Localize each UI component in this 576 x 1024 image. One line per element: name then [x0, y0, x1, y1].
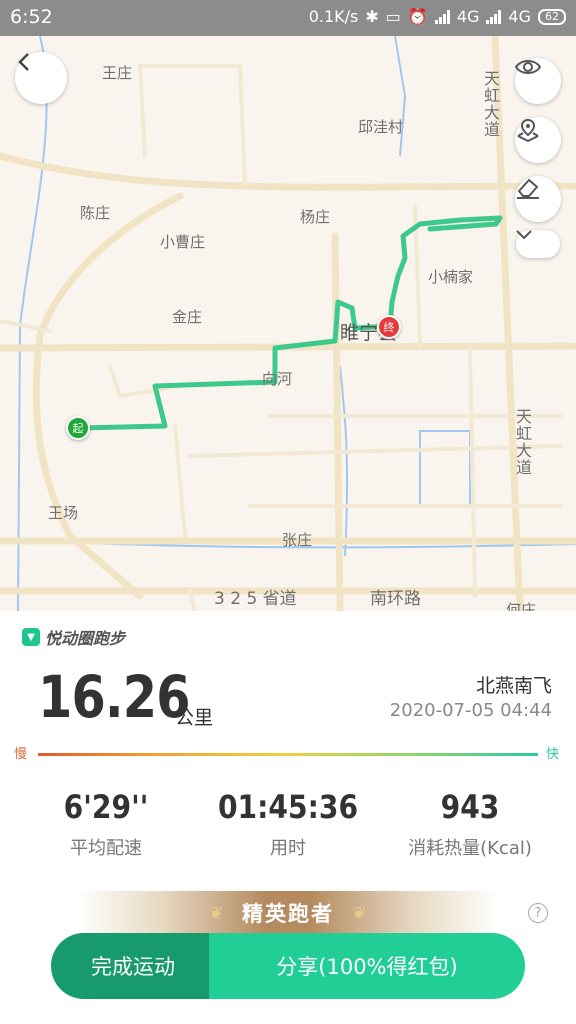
battery-icon: 62: [538, 8, 566, 25]
map-style-button[interactable]: [515, 117, 561, 163]
brand-logo-icon: ▼: [22, 628, 40, 646]
stat-label: 消耗热量(Kcal): [408, 838, 532, 859]
map-label: 杨庄: [300, 208, 331, 226]
stat-pace: 6'29'' 平均配速: [26, 788, 186, 860]
network-type-2: 4G: [508, 7, 531, 26]
wheat-icon: ❦: [352, 902, 368, 924]
map-label: 小楠家: [428, 268, 474, 286]
stat-duration: 01:45:36 用时: [208, 788, 368, 860]
map-label: 陈庄: [80, 204, 111, 222]
action-buttons: 完成运动 分享(100%得红包): [51, 933, 525, 999]
help-icon[interactable]: ?: [528, 903, 548, 923]
network-type-1: 4G: [456, 7, 480, 26]
eye-icon: [515, 60, 541, 74]
erase-track-button[interactable]: [515, 176, 561, 222]
fast-label: 快: [546, 747, 560, 762]
pace-gradient-bar: [38, 753, 538, 756]
slow-label: 慢: [14, 747, 28, 762]
toggle-visibility-button[interactable]: [515, 58, 561, 104]
route-map[interactable]: 王庄 邱洼村 陈庄 杨庄 小曹庄 小楠家 金庄 睢宁县 向河 王场 张庄 3 2…: [0, 36, 576, 611]
stat-value: 01:45:36: [217, 788, 359, 826]
run-summary-card: ▼ 悦动圈跑步 16.26 公里 北燕南飞 2020-07-05 04:44 慢…: [0, 611, 576, 1024]
back-icon: [18, 53, 29, 71]
map-label-road: 3 2 5 省道: [214, 589, 297, 609]
route-path: [75, 215, 503, 431]
back-button[interactable]: [15, 52, 67, 104]
share-button[interactable]: 分享(100%得红包): [209, 933, 525, 999]
expand-controls-button[interactable]: [516, 230, 560, 258]
brand: ▼ 悦动圈跑步: [22, 625, 125, 649]
status-icons: 0.1K/s ✱ ▭ ⏰ 4G 4G 62: [309, 7, 566, 26]
status-time: 6:52: [10, 6, 53, 28]
stat-value: 6'29'': [63, 788, 149, 826]
map-label: 张庄: [282, 531, 313, 549]
distance-value: 16.26: [38, 663, 191, 731]
vibrate-icon: ▭: [385, 7, 401, 26]
map-label: 金庄: [172, 308, 203, 326]
map-label-road: 南环路: [370, 589, 421, 609]
alarm-icon: ⏰: [407, 7, 428, 26]
signal-icon-2: [486, 9, 502, 24]
start-marker: 起: [66, 416, 90, 440]
username: 北燕南飞: [475, 675, 552, 697]
stat-label: 用时: [270, 838, 306, 859]
finish-workout-button[interactable]: 完成运动: [51, 933, 209, 999]
map-label: 小曹庄: [160, 233, 206, 251]
badge-title: 精英跑者: [242, 902, 334, 926]
map-label: 向河: [262, 370, 293, 388]
stat-value: 943: [440, 788, 500, 826]
chevron-down-icon: [516, 230, 532, 240]
signal-icon: [434, 9, 450, 24]
map-label-road: 天虹大道: [481, 70, 500, 138]
stat-label: 平均配速: [70, 838, 142, 859]
network-speed: 0.1K/s: [308, 7, 359, 26]
run-datetime: 2020-07-05 04:44: [389, 700, 552, 721]
elite-runner-badge: ❦ 精英跑者 ❦: [78, 891, 498, 935]
map-label: 何庄: [506, 601, 537, 611]
bluetooth-icon: ✱: [365, 7, 379, 26]
map-label: 王庄: [102, 64, 133, 82]
map-label: 王场: [48, 504, 79, 522]
map-pin-icon: [517, 118, 539, 143]
map-label-road: 天虹大道: [513, 408, 532, 476]
distance-unit: 公里: [175, 707, 214, 729]
end-marker: 终: [377, 315, 401, 339]
map-label: 邱洼村: [358, 118, 404, 136]
brand-name: 悦动圈跑步: [45, 629, 126, 648]
status-bar: 6:52 0.1K/s ✱ ▭ ⏰ 4G 4G 62: [0, 0, 576, 36]
eraser-icon: [517, 178, 539, 199]
wheat-icon: ❦: [208, 902, 224, 924]
stat-calories: 943 消耗热量(Kcal): [390, 788, 550, 860]
